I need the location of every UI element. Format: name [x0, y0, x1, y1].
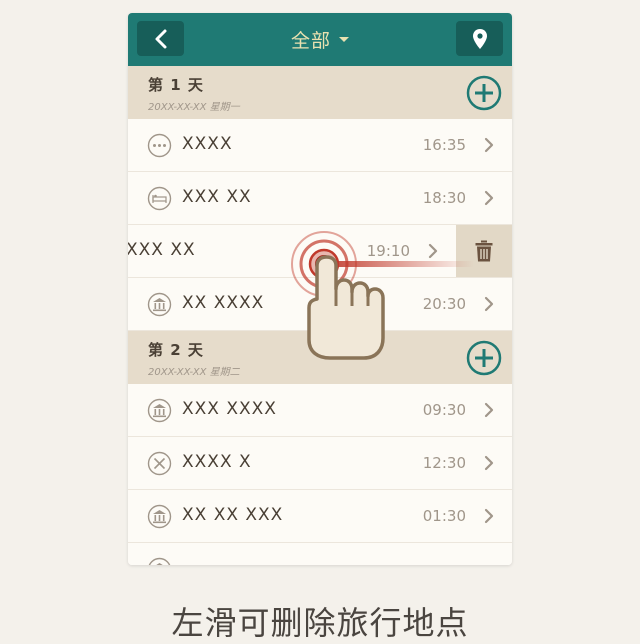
- more-dots-icon: [147, 133, 172, 158]
- day-header-2: 第 2 天 20XX-XX-XX 星期二: [128, 331, 512, 384]
- phone-screen: 全部 第 1 天 20XX-XX-XX 星期一 XXXX 16:35 XXX X…: [128, 13, 512, 565]
- chevron-right-icon: [484, 508, 494, 524]
- trash-icon: [475, 240, 493, 262]
- list-item[interactable]: XX XX XXX 01:30: [128, 490, 512, 543]
- list-item-partial[interactable]: [128, 543, 512, 565]
- chevron-right-icon: [484, 296, 494, 312]
- chevron-right-icon: [484, 455, 494, 471]
- page-title: 全部: [290, 30, 331, 52]
- landmark-icon: [147, 398, 172, 423]
- caption: 左滑可删除旅行地点: [171, 604, 469, 642]
- day-date: 20XX-XX-XX 星期一: [148, 102, 240, 113]
- add-place-button[interactable]: [466, 340, 502, 376]
- chevron-right-icon: [484, 137, 494, 153]
- bed-icon: [147, 186, 172, 211]
- filter-dropdown[interactable]: 全部: [128, 13, 512, 66]
- list-item-swiped[interactable]: XXX XX 19:10: [128, 225, 512, 278]
- place-time: 16:35: [422, 136, 466, 154]
- day-header-1: 第 1 天 20XX-XX-XX 星期一: [128, 66, 512, 119]
- add-place-button[interactable]: [466, 75, 502, 111]
- place-name: XXX XXXX: [182, 399, 277, 419]
- landmark-icon: [147, 504, 172, 529]
- place-time: 09:30: [422, 401, 466, 419]
- list-item[interactable]: XXXX X 12:30: [128, 437, 512, 490]
- place-time: 18:30: [422, 189, 466, 207]
- delete-button[interactable]: [456, 225, 512, 277]
- list-item[interactable]: XXX XXXX 09:30: [128, 384, 512, 437]
- place-name: XXX XX: [182, 187, 252, 207]
- day-label: 第 1 天: [148, 76, 204, 94]
- chevron-right-icon: [428, 243, 438, 259]
- list-item[interactable]: XXXX 16:35: [128, 119, 512, 172]
- location-button[interactable]: [456, 21, 503, 56]
- place-name: XXXX X: [182, 452, 252, 472]
- place-name: XXXX: [182, 134, 233, 154]
- swiped-row-content: XXX XX 19:10: [128, 225, 456, 277]
- chevron-right-icon: [484, 190, 494, 206]
- landmark-icon: [148, 557, 171, 565]
- place-time: 01:30: [422, 507, 466, 525]
- place-name: XX XX XXX: [182, 505, 284, 525]
- chevron-right-icon: [484, 402, 494, 418]
- place-time: 12:30: [422, 454, 466, 472]
- landmark-icon: [147, 292, 172, 317]
- nav-bar: 全部: [128, 13, 512, 66]
- fork-knife-icon: [147, 451, 172, 476]
- caret-down-icon: [339, 37, 349, 42]
- list-item[interactable]: XX XXXX 20:30: [128, 278, 512, 331]
- place-time: 20:30: [422, 295, 466, 313]
- list-item[interactable]: XXX XX 18:30: [128, 172, 512, 225]
- place-name: XX XXXX: [182, 293, 265, 313]
- day-label: 第 2 天: [148, 341, 204, 359]
- location-pin-icon: [472, 28, 487, 49]
- place-time: 19:10: [366, 242, 410, 260]
- place-name: XXX XX: [128, 240, 196, 260]
- day-date: 20XX-XX-XX 星期二: [148, 367, 240, 378]
